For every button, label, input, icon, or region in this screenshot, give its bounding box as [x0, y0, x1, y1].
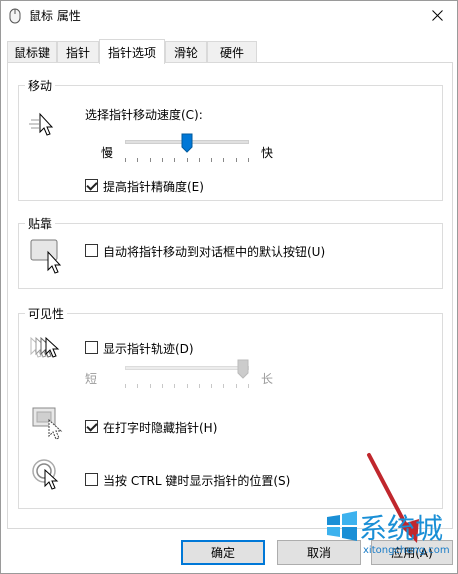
- watermark-logo-icon: [327, 511, 357, 541]
- hide-while-typing-label: 在打字时隐藏指针(H): [103, 421, 218, 435]
- slider-tick: [223, 384, 224, 388]
- slider-tick: [223, 158, 224, 162]
- snap-group: 贴靠 自动将指针移动到对话框中的默认按钮(U): [18, 215, 443, 289]
- close-icon: [431, 9, 443, 21]
- long-label: 长: [261, 372, 274, 386]
- slider-tick: [174, 384, 175, 388]
- watermark-url: xitongcheng.com: [363, 545, 450, 556]
- motion-group: 移动 选择指针移动速度(C): 慢 快 提高指针精确度(E): [18, 77, 443, 201]
- tab-strip: 鼠标键 指针 指针选项 滑轮 硬件: [7, 39, 453, 64]
- slider-tick: [236, 158, 237, 162]
- title-bar: 鼠标 属性: [1, 1, 457, 31]
- slow-label: 慢: [101, 146, 114, 160]
- slider-tick: [125, 384, 126, 388]
- show-location-ctrl-checkbox[interactable]: [85, 473, 98, 486]
- display-trails-checkbox[interactable]: [85, 341, 98, 354]
- close-button[interactable]: [417, 1, 457, 29]
- watermark: 系统城 xitongcheng.com: [325, 505, 453, 565]
- window-title: 鼠标 属性: [29, 9, 81, 23]
- slider-tick: [199, 384, 200, 388]
- hide-while-typing-icon: [32, 407, 63, 440]
- slider-tick: [187, 384, 188, 388]
- slider-tick: [199, 158, 200, 162]
- mouse-properties-dialog: 鼠标 属性 鼠标键 指针 指针选项 滑轮 硬件 移动 选择指针移动速度(C):: [0, 0, 458, 574]
- slider-tick: [211, 158, 212, 162]
- trail-length-slider[interactable]: [125, 359, 249, 394]
- slider-tick: [137, 158, 138, 162]
- slider-thumb[interactable]: [237, 359, 249, 379]
- mouse-icon: [9, 8, 21, 24]
- show-location-icon: [32, 459, 59, 490]
- motion-group-title: 移动: [25, 77, 56, 94]
- fast-label: 快: [261, 146, 274, 160]
- pointer-speed-label: 选择指针移动速度(C):: [85, 108, 203, 122]
- slider-tick: [248, 158, 249, 162]
- ok-button[interactable]: 确定: [181, 540, 265, 565]
- enhance-precision-label: 提高指针精确度(E): [103, 180, 204, 194]
- slider-tick: [236, 384, 237, 388]
- snap-to-default-checkbox[interactable]: [85, 244, 98, 257]
- pointer-trails-icon: [30, 336, 60, 358]
- visibility-group-title: 可见性: [25, 305, 68, 322]
- slider-tick: [162, 384, 163, 388]
- slider-tick: [137, 384, 138, 388]
- hide-while-typing-checkbox[interactable]: [85, 420, 98, 433]
- slider-thumb[interactable]: [181, 133, 193, 153]
- snap-to-default-label: 自动将指针移动到对话框中的默认按钮(U): [103, 245, 326, 259]
- enhance-precision-checkbox[interactable]: [85, 179, 98, 192]
- snap-to-icon: [30, 239, 62, 274]
- slider-tick: [211, 384, 212, 388]
- tab-pointer-options[interactable]: 指针选项: [99, 39, 165, 64]
- tab-pointers[interactable]: 指针: [57, 41, 99, 63]
- tab-hardware[interactable]: 硬件: [207, 41, 257, 63]
- display-trails-label: 显示指针轨迹(D): [103, 342, 194, 356]
- slider-tick: [174, 158, 175, 162]
- short-label: 短: [85, 372, 98, 386]
- slider-tick: [187, 158, 188, 162]
- tab-wheel[interactable]: 滑轮: [165, 41, 207, 63]
- pointer-speed-icon: [29, 112, 54, 136]
- snap-group-title: 贴靠: [25, 215, 56, 232]
- slider-tick: [150, 384, 151, 388]
- pointer-speed-slider[interactable]: [125, 133, 249, 168]
- slider-tick: [162, 158, 163, 162]
- slider-tick: [150, 158, 151, 162]
- tab-buttons[interactable]: 鼠标键: [7, 41, 57, 63]
- slider-tick: [248, 384, 249, 388]
- show-location-ctrl-label: 当按 CTRL 键时显示指针的位置(S): [103, 474, 291, 488]
- slider-tick: [125, 158, 126, 162]
- slider-track: [125, 366, 249, 370]
- watermark-text: 系统城: [359, 512, 444, 545]
